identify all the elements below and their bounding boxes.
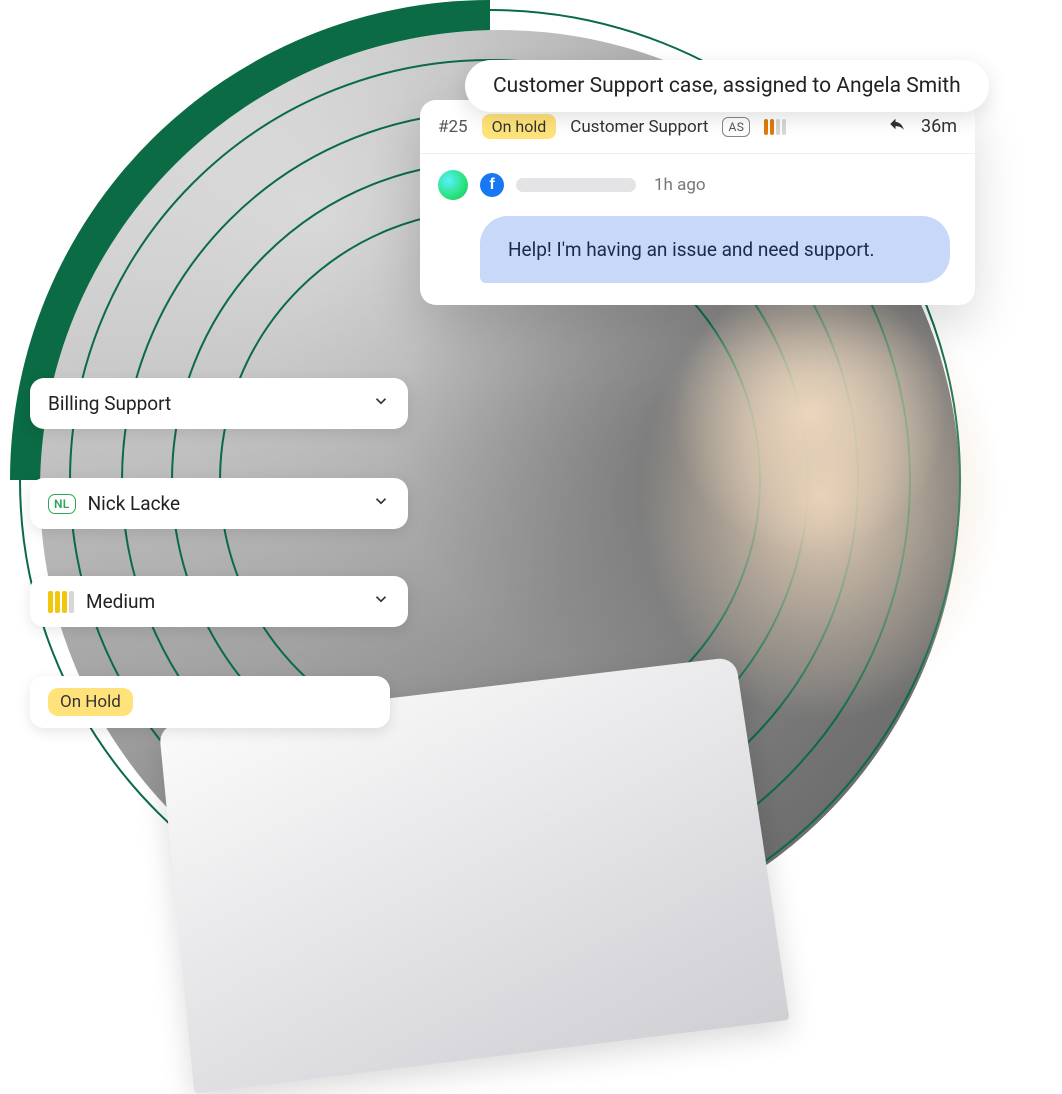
- priority-icon: [764, 119, 786, 135]
- status-dropdown[interactable]: On Hold: [30, 676, 390, 728]
- status-label: On Hold: [48, 688, 133, 716]
- message-time: 1h ago: [654, 175, 706, 195]
- facebook-icon: f: [480, 173, 504, 197]
- department-label: Billing Support: [48, 392, 171, 415]
- chevron-down-icon: [372, 392, 390, 415]
- reply-icon: [887, 115, 907, 138]
- sender-avatar: [438, 170, 468, 200]
- message-meta-row: f 1h ago: [438, 170, 957, 200]
- case-title-pill: Customer Support case, assigned to Angel…: [465, 60, 989, 112]
- priority-label: Medium: [86, 590, 155, 613]
- priority-icon: [48, 591, 74, 613]
- response-time: 36m: [921, 116, 957, 137]
- chevron-down-icon: [372, 492, 390, 515]
- case-body: f 1h ago Help! I'm having an issue and n…: [420, 154, 975, 305]
- assignee-initials-badge: AS: [722, 117, 750, 137]
- assignee-initials-badge: NL: [48, 494, 76, 514]
- assignee-name: Nick Lacke: [88, 492, 181, 515]
- department-dropdown[interactable]: Billing Support: [30, 378, 408, 429]
- case-category: Customer Support: [570, 117, 708, 137]
- case-id: #25: [438, 117, 468, 137]
- priority-dropdown[interactable]: Medium: [30, 576, 408, 627]
- message-bubble: Help! I'm having an issue and need suppo…: [480, 216, 950, 283]
- chevron-down-icon: [372, 590, 390, 613]
- sender-name-placeholder: [516, 178, 636, 192]
- case-status-pill: On hold: [482, 114, 557, 139]
- case-card: #25 On hold Customer Support AS 36m f 1h…: [420, 100, 975, 305]
- assignee-dropdown[interactable]: NL Nick Lacke: [30, 478, 408, 529]
